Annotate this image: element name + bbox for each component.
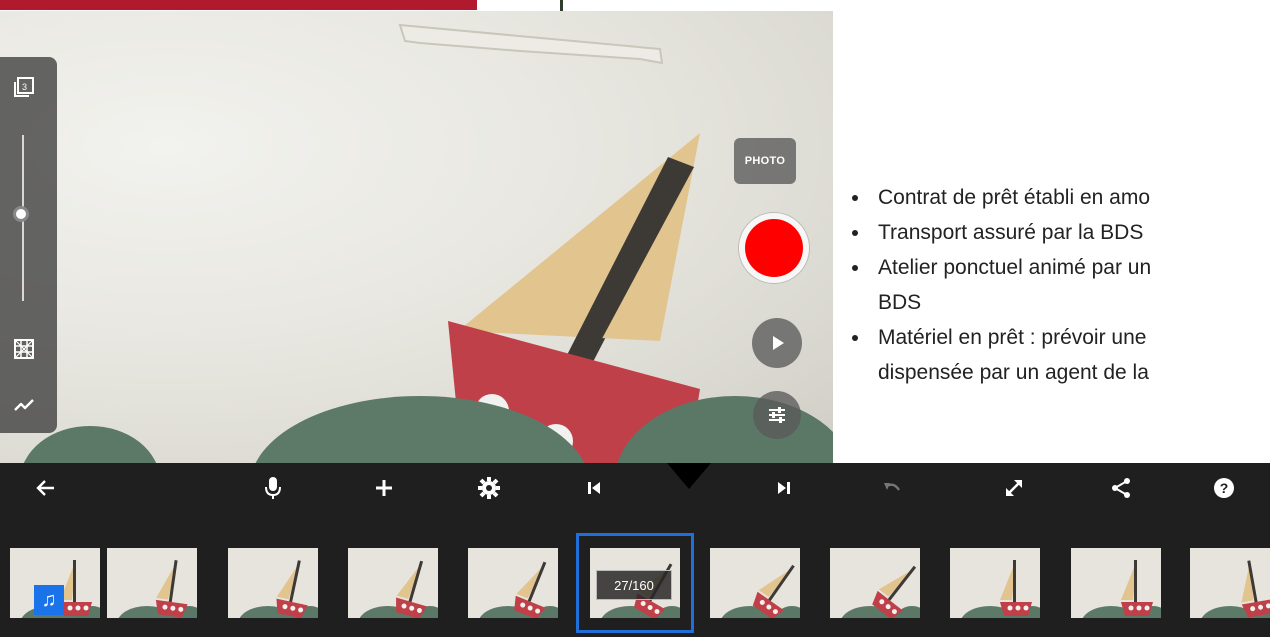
skip-to-start-icon[interactable] <box>576 473 612 503</box>
filmstrip-frame[interactable] <box>1190 548 1270 618</box>
fullscreen-icon[interactable] <box>996 473 1032 503</box>
play-button[interactable] <box>752 318 802 368</box>
microphone-icon[interactable] <box>255 473 291 503</box>
filmstrip-frame[interactable] <box>228 548 318 618</box>
sliders-icon <box>769 407 785 423</box>
record-indicator <box>745 219 803 277</box>
photo-mode-button[interactable]: PHOTO <box>734 138 796 184</box>
play-icon <box>773 336 784 350</box>
camera-viewfinder[interactable]: 3 PHOTO <box>0 11 833 463</box>
share-icon[interactable] <box>1103 473 1139 503</box>
filmstrip-frame[interactable] <box>468 548 558 618</box>
bullet-continuation: dispensée par un agent de la <box>878 361 1149 384</box>
adjustments-button[interactable] <box>753 391 801 439</box>
bullet-item: Contrat de prêt établi en amo <box>848 180 1270 215</box>
filmstrip-frame[interactable] <box>107 548 197 618</box>
svg-text:3: 3 <box>22 82 27 92</box>
music-note-icon[interactable]: ♫ <box>34 585 64 615</box>
filmstrip-frame[interactable] <box>950 548 1040 618</box>
svg-text:?: ? <box>1220 480 1229 496</box>
header-accent-bar <box>0 0 477 10</box>
skip-to-end-icon[interactable] <box>766 473 802 503</box>
plus-icon[interactable] <box>366 473 402 503</box>
grid-overlay-icon[interactable] <box>10 335 38 363</box>
bullet-continuation: BDS <box>878 291 922 314</box>
help-icon[interactable]: ? <box>1206 473 1242 503</box>
filmstrip-frame[interactable] <box>710 548 800 618</box>
back-arrow-icon[interactable] <box>28 473 64 503</box>
camera-settings-panel: 3 <box>0 57 57 433</box>
settings-gear-icon[interactable] <box>471 473 507 503</box>
frame-counter: 27/160 <box>596 570 672 600</box>
chart-icon[interactable] <box>10 391 38 419</box>
zoom-slider-thumb[interactable] <box>13 206 29 222</box>
bullet-item: Atelier ponctuel animé par un <box>848 250 1270 285</box>
burst-icon[interactable]: 3 <box>10 73 38 101</box>
bullet-item: Transport assuré par la BDS <box>848 215 1270 250</box>
bullet-item: Matériel en prêt : prévoir une <box>848 320 1270 355</box>
filmstrip-frame[interactable] <box>1071 548 1161 618</box>
record-button[interactable] <box>739 213 809 283</box>
filmstrip-frame[interactable] <box>348 548 438 618</box>
info-bullet-list: Contrat de prêt établi en amo Transport … <box>848 180 1270 390</box>
stop-motion-scene <box>23 23 833 463</box>
playhead-marker <box>667 463 711 489</box>
filmstrip-frame[interactable] <box>830 548 920 618</box>
undo-icon[interactable] <box>874 473 910 503</box>
